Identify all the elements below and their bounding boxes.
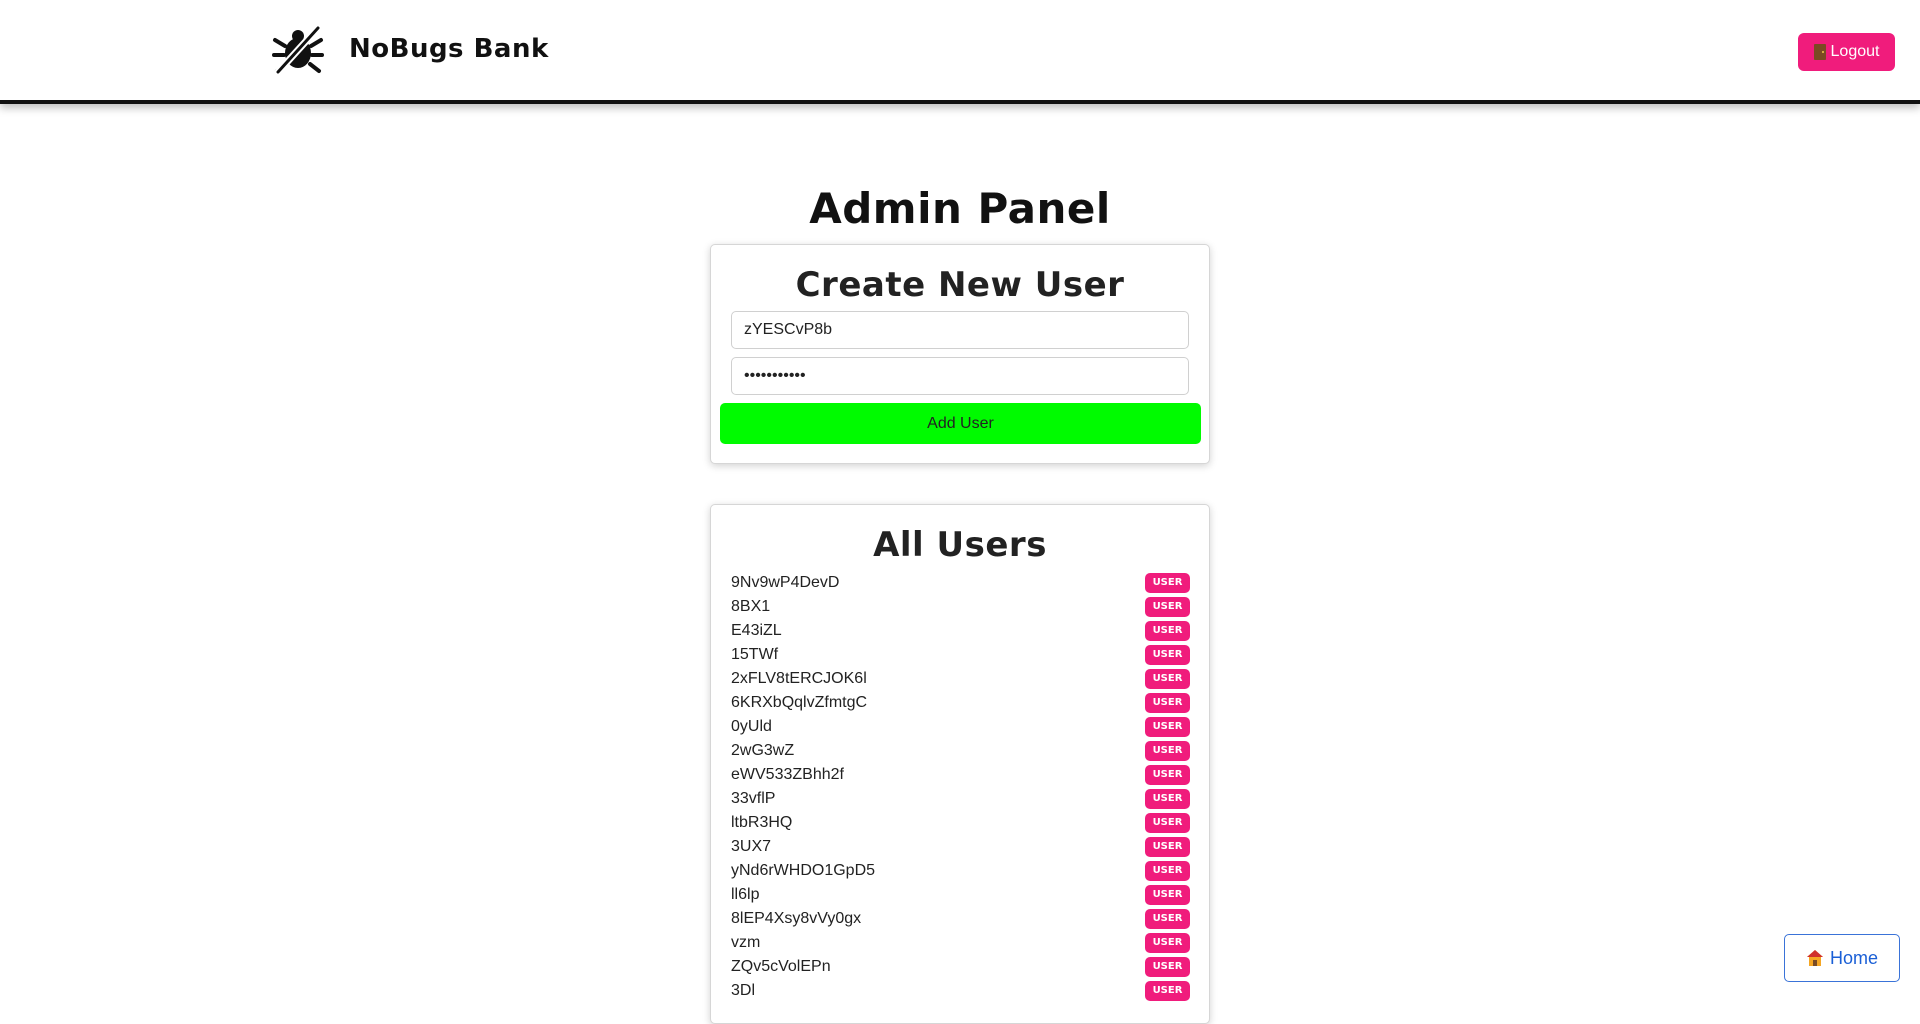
role-badge: USER <box>1145 909 1190 929</box>
user-row: 9Nv9wP4DevD USER <box>731 571 1190 595</box>
user-row: 8lEP4Xsy8vVy0gx USER <box>731 907 1190 931</box>
role-badge: USER <box>1145 885 1190 905</box>
role-badge: USER <box>1145 957 1190 977</box>
role-badge: USER <box>1145 573 1190 593</box>
user-row: 33vflP USER <box>731 787 1190 811</box>
user-name: 8lEP4Xsy8vVy0gx <box>731 910 862 927</box>
user-name: ZQv5cVolEPn <box>731 958 831 975</box>
all-users-title: All Users <box>873 525 1047 565</box>
role-badge: USER <box>1145 813 1190 833</box>
user-name: 3Dl <box>731 982 756 999</box>
user-row: 0yUld USER <box>731 715 1190 739</box>
user-name: 33vflP <box>731 790 776 807</box>
user-row: ltbR3HQ USER <box>731 811 1190 835</box>
role-badge: USER <box>1145 717 1190 737</box>
user-name: 15TWf <box>731 646 779 663</box>
role-badge: USER <box>1145 621 1190 641</box>
add-user-button[interactable]: Add User <box>720 403 1201 444</box>
user-name: eWV533ZBhh2f <box>731 766 844 783</box>
user-name: 9Nv9wP4DevD <box>731 574 840 591</box>
door-icon <box>1813 44 1826 60</box>
user-row: vzm USER <box>731 931 1190 955</box>
logout-button[interactable]: Logout <box>1798 33 1895 71</box>
role-badge: USER <box>1145 861 1190 881</box>
password-input[interactable] <box>731 357 1189 395</box>
brand-name: NoBugs Bank <box>349 34 549 64</box>
create-user-title: Create New User <box>795 265 1125 305</box>
role-badge: USER <box>1145 933 1190 953</box>
user-name: yNd6rWHDO1GpD5 <box>731 862 876 879</box>
user-name: 2wG3wZ <box>731 742 795 759</box>
user-row: 2wG3wZ USER <box>731 739 1190 763</box>
all-users-card: All Users 9Nv9wP4DevD USER 8BX1 USER E43iZL U… <box>710 504 1210 1024</box>
user-row: 3UX7 USER <box>731 835 1190 859</box>
user-row: 8BX1 USER <box>731 595 1190 619</box>
crossed-bug-icon <box>272 24 324 76</box>
username-input[interactable] <box>731 311 1189 349</box>
user-row: 3Dl USER <box>731 979 1190 1003</box>
user-name: ll6lp <box>731 886 760 903</box>
home-button[interactable]: Home <box>1784 934 1900 982</box>
user-name: 2xFLV8tERCJOK6l <box>731 670 867 687</box>
user-row: eWV533ZBhh2f USER <box>731 763 1190 787</box>
user-name: vzm <box>731 934 761 951</box>
user-row: 2xFLV8tERCJOK6l USER <box>731 667 1190 691</box>
user-row: ll6lp USER <box>731 883 1190 907</box>
top-header: NoBugs Bank Logout <box>0 0 1920 104</box>
user-name: E43iZL <box>731 622 782 639</box>
house-icon <box>1806 950 1823 966</box>
page-title: Admin Panel <box>809 184 1111 233</box>
user-row: E43iZL USER <box>731 619 1190 643</box>
role-badge: USER <box>1145 693 1190 713</box>
user-name: 0yUld <box>731 718 772 735</box>
user-row: yNd6rWHDO1GpD5 USER <box>731 859 1190 883</box>
role-badge: USER <box>1145 597 1190 617</box>
role-badge: USER <box>1145 645 1190 665</box>
user-name: 6KRXbQqlvZfmtgC <box>731 694 868 711</box>
role-badge: USER <box>1145 669 1190 689</box>
logout-label: Logout <box>1830 43 1880 60</box>
role-badge: USER <box>1145 765 1190 785</box>
role-badge: USER <box>1145 789 1190 809</box>
user-name: ltbR3HQ <box>731 814 793 831</box>
create-user-card: Create New User Add User <box>710 244 1210 464</box>
user-row: ZQv5cVolEPn USER <box>731 955 1190 979</box>
user-row: 15TWf USER <box>731 643 1190 667</box>
role-badge: USER <box>1145 741 1190 761</box>
user-row: 6KRXbQqlvZfmtgC USER <box>731 691 1190 715</box>
user-list: 9Nv9wP4DevD USER 8BX1 USER E43iZL USER 15TWf US… <box>731 571 1190 1003</box>
home-label: Home <box>1829 947 1878 968</box>
user-name: 3UX7 <box>731 838 772 855</box>
role-badge: USER <box>1145 837 1190 857</box>
role-badge: USER <box>1145 981 1190 1001</box>
user-name: 8BX1 <box>731 598 771 615</box>
